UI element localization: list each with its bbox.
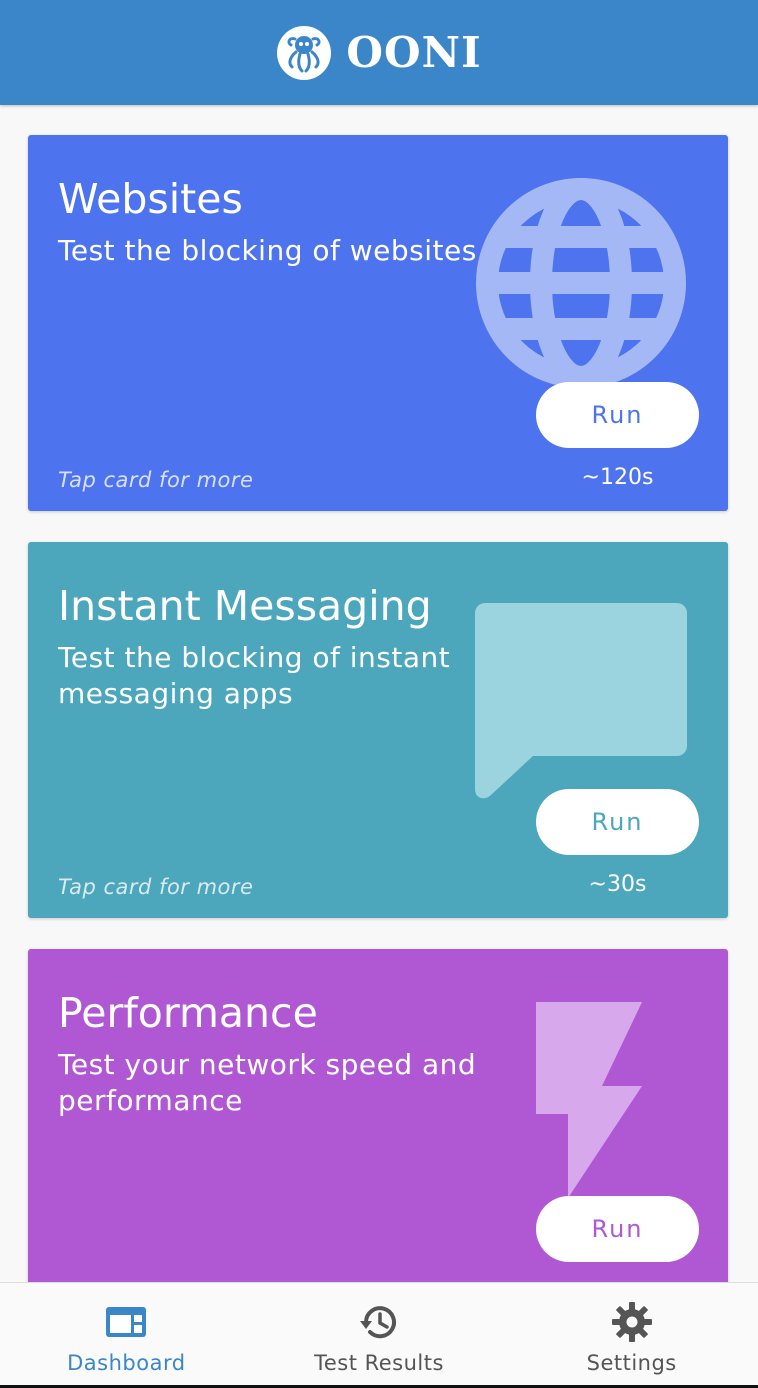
card-description: Test your network speed and performance xyxy=(58,1048,477,1117)
card-description: Test the blocking of instant messaging a… xyxy=(58,641,451,710)
tap-card-hint: Tap card for more xyxy=(58,468,254,492)
card-instant-messaging[interactable]: Instant Messaging Test the blocking of i… xyxy=(28,542,728,918)
nav-settings[interactable]: Settings xyxy=(505,1283,758,1388)
nav-label: Dashboard xyxy=(67,1351,186,1375)
app-header: OONI xyxy=(0,0,758,105)
card-description: Test the blocking of websites xyxy=(58,234,477,267)
card-websites[interactable]: Websites Test the blocking of websites R… xyxy=(28,135,728,511)
history-icon xyxy=(360,1306,396,1339)
tap-card-hint: Tap card for more xyxy=(58,875,254,899)
nav-dashboard[interactable]: Dashboard xyxy=(0,1283,253,1388)
gear-icon xyxy=(611,1302,652,1342)
dashboard-icon xyxy=(106,1307,147,1337)
card-title: Websites xyxy=(58,175,243,223)
estimated-duration: ~120s xyxy=(581,465,654,490)
app-root: OONI Websites Test the blocking of websi… xyxy=(0,0,758,1388)
performance-run-button[interactable]: Run xyxy=(536,1196,699,1262)
nav-test-results[interactable]: Test Results xyxy=(253,1283,506,1388)
estimated-duration: ~30s xyxy=(588,872,647,897)
card-title: Instant Messaging xyxy=(58,582,432,630)
nav-label: Settings xyxy=(586,1351,677,1375)
lightning-icon xyxy=(536,1002,642,1198)
instant-messaging-run-button[interactable]: Run xyxy=(536,789,699,855)
globe-icon xyxy=(476,178,686,388)
nav-label: Test Results xyxy=(314,1351,444,1375)
card-performance[interactable]: Performance Test your network speed and … xyxy=(28,949,728,1282)
ooni-logo: OONI xyxy=(276,25,481,81)
dashboard-content[interactable]: Websites Test the blocking of websites R… xyxy=(0,105,758,1282)
websites-run-button[interactable]: Run xyxy=(536,382,699,448)
octopus-logo-icon xyxy=(277,25,332,80)
card-title: Performance xyxy=(58,989,318,1037)
chat-bubble-icon xyxy=(475,603,687,799)
app-name: OONI xyxy=(346,28,482,77)
bottom-navigation: Dashboard Test Results Settings xyxy=(0,1282,758,1388)
